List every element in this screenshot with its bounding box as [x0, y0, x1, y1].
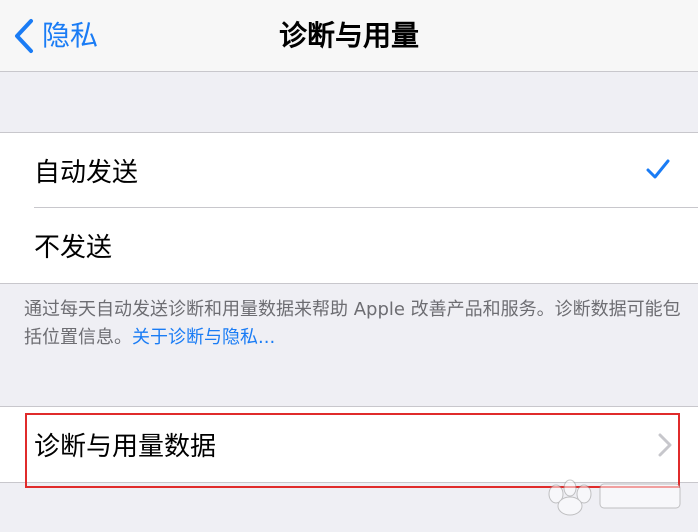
about-diagnostics-privacy-link[interactable]: 关于诊断与隐私...	[132, 327, 275, 348]
back-label: 隐私	[42, 19, 99, 52]
send-options-group: 自动发送 不发送	[0, 132, 698, 284]
diagnostics-usage-data-label: 诊断与用量数据	[34, 432, 217, 462]
option-dont-send[interactable]: 不发送	[0, 208, 698, 283]
checkmark-icon	[646, 159, 670, 183]
option-auto-send-label: 自动发送	[34, 158, 139, 188]
page-title: 诊断与用量	[278, 19, 419, 52]
navigation-bar: 隐私 诊断与用量	[0, 0, 698, 72]
diagnostics-data-group: 诊断与用量数据	[0, 406, 698, 483]
footer-description-text: 通过每天自动发送诊断和用量数据来帮助 Apple 改善产品和服务。诊断数据可能包…	[24, 299, 681, 348]
back-button[interactable]: 隐私	[14, 14, 98, 58]
footer-description: 通过每天自动发送诊断和用量数据来帮助 Apple 改善产品和服务。诊断数据可能包…	[24, 296, 684, 352]
chevron-left-icon	[14, 18, 34, 54]
option-auto-send[interactable]: 自动发送	[0, 133, 698, 208]
chevron-right-icon	[658, 433, 672, 461]
option-dont-send-label: 不发送	[34, 233, 113, 263]
diagnostics-usage-data-row[interactable]: 诊断与用量数据	[0, 407, 698, 482]
